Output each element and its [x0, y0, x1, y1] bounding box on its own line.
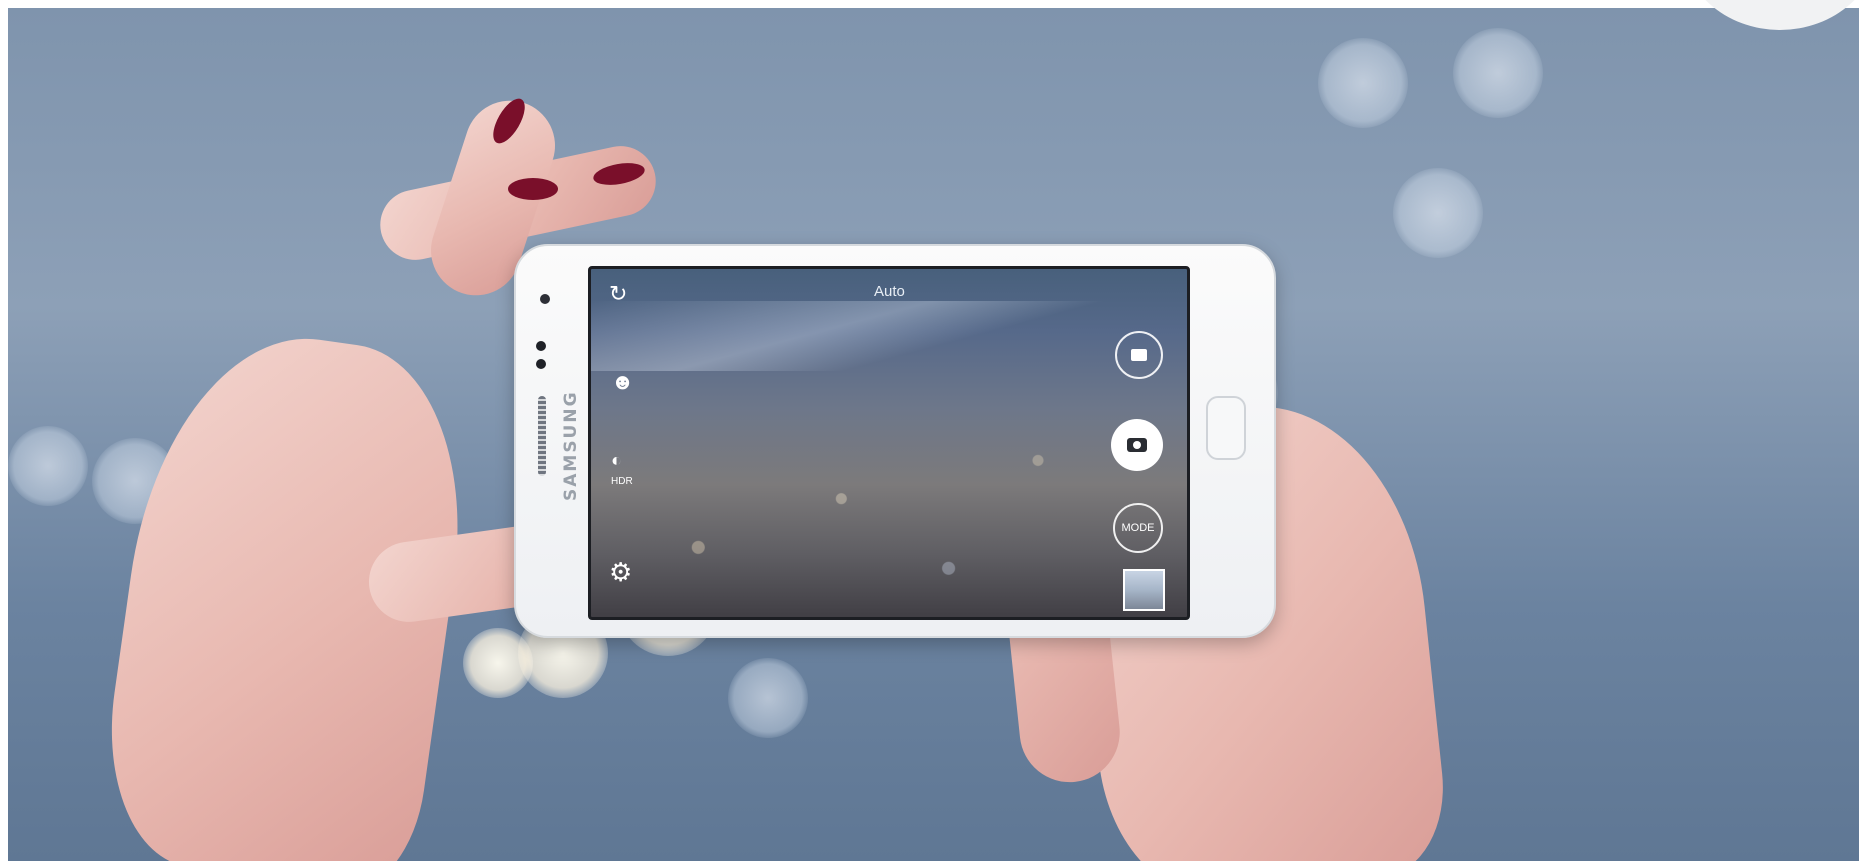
brand-logo: SAMSUNG: [561, 390, 581, 501]
shutter-icon: [1111, 419, 1163, 471]
settings-icon: ⚙: [609, 557, 633, 587]
sensor-dot: [540, 294, 550, 304]
bokeh-light: [1453, 28, 1543, 118]
bokeh-light: [1393, 168, 1483, 258]
mode-button: MODE: [1113, 503, 1163, 553]
water-wave: [591, 301, 1187, 371]
home-button: [1206, 396, 1246, 460]
camera-switch-icon: ↻: [609, 281, 628, 306]
selfie-icon: ☻: [611, 369, 635, 394]
front-camera: [536, 338, 558, 369]
gallery-thumbnail: [1123, 569, 1165, 611]
bokeh-light: [8, 426, 88, 506]
camera-viewfinder: Auto ↻ ☻ ◐ HDR ⚙ MODE: [588, 266, 1190, 620]
smartphone: SAMSUNG Auto ↻ ☻ ◐ HDR ⚙ MODE: [514, 244, 1276, 638]
hdr-icon: ◐: [611, 450, 622, 470]
earpiece-speaker: [538, 396, 546, 476]
bokeh-light: [1318, 38, 1408, 128]
bokeh-light: [728, 658, 808, 738]
camera-mode-label: Auto: [874, 283, 905, 300]
hdr-label: HDR: [611, 476, 633, 487]
video-record-icon: [1115, 331, 1163, 379]
fingernail: [508, 178, 558, 200]
bokeh-light: [463, 628, 533, 698]
